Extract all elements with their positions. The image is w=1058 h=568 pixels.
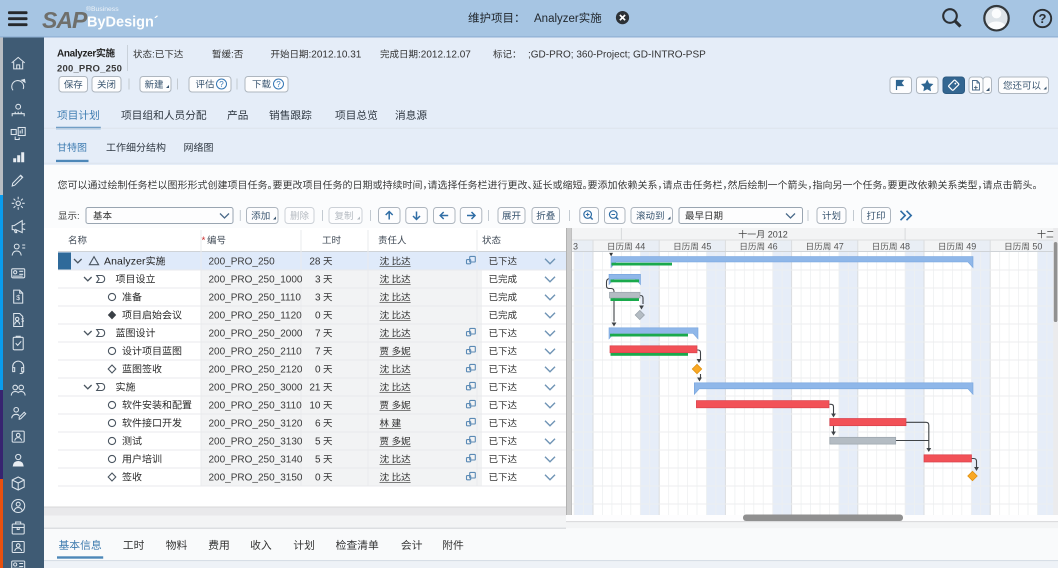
svg-text:Analyzer: Analyzer <box>57 49 96 60</box>
svg-text:200_PRO_250_2000: 200_PRO_250_2000 <box>209 329 303 340</box>
svg-text:0: 0 <box>315 365 321 376</box>
svg-text:Analyzer: Analyzer <box>104 256 146 268</box>
svg-text:28: 28 <box>309 257 321 268</box>
svg-text:21: 21 <box>309 383 321 394</box>
svg-text:ByDesign´: ByDesign´ <box>87 15 159 31</box>
svg-text:5: 5 <box>315 455 321 466</box>
svg-text:*: * <box>202 236 206 247</box>
svg-text:0: 0 <box>315 473 321 484</box>
svg-text:200_PRO_250_3000: 200_PRO_250_3000 <box>209 383 303 394</box>
svg-text:Analyzer: Analyzer <box>534 13 579 25</box>
svg-text:45: 45 <box>701 242 711 252</box>
svg-text:200_PRO_250_1110: 200_PRO_250_1110 <box>209 293 302 304</box>
svg-text:;GD-PRO; 360-Project; GD-INTRO: ;GD-PRO; 360-Project; GD-INTRO-PSP <box>528 50 706 61</box>
svg-text:?: ? <box>219 80 224 89</box>
svg-text:10: 10 <box>309 401 321 412</box>
svg-text:5: 5 <box>315 437 321 448</box>
svg-text:200_PRO_250_3110: 200_PRO_250_3110 <box>209 401 303 412</box>
svg-text:200_PRO_250: 200_PRO_250 <box>209 257 276 268</box>
svg-text:$: $ <box>16 295 20 302</box>
svg-text:200_PRO_250_3140: 200_PRO_250_3140 <box>209 455 303 466</box>
svg-text:44: 44 <box>635 242 645 252</box>
svg-text::: : <box>152 50 155 61</box>
svg-text:200_PRO_250_1000: 200_PRO_250_1000 <box>209 275 303 286</box>
svg-text:47: 47 <box>834 242 844 252</box>
svg-text:7: 7 <box>315 329 321 340</box>
svg-text:$: $ <box>21 318 24 324</box>
svg-text:3: 3 <box>315 293 321 304</box>
svg-text:49: 49 <box>966 242 976 252</box>
svg-text:2012: 2012 <box>768 230 788 240</box>
svg-text:+: + <box>974 83 979 92</box>
svg-text:200_PRO_250: 200_PRO_250 <box>57 64 122 75</box>
svg-text:46: 46 <box>768 242 778 252</box>
svg-text:?: ? <box>1039 11 1047 26</box>
svg-text:7: 7 <box>315 347 321 358</box>
svg-text:50: 50 <box>1032 242 1042 252</box>
svg-text:6: 6 <box>315 419 321 430</box>
svg-text:200_PRO_250_2120: 200_PRO_250_2120 <box>209 365 303 376</box>
svg-text:200_PRO_250_1120: 200_PRO_250_1120 <box>209 311 303 322</box>
svg-text:SAP: SAP <box>42 7 88 33</box>
svg-text:0: 0 <box>315 311 321 322</box>
svg-text:200_PRO_250_2110: 200_PRO_250_2110 <box>209 347 303 358</box>
svg-text:200_PRO_250_3150: 200_PRO_250_3150 <box>209 473 303 484</box>
svg-text::2012.10.31: :2012.10.31 <box>309 50 362 61</box>
svg-text::: : <box>77 211 80 222</box>
svg-text:®Business: ®Business <box>86 5 119 13</box>
svg-text::2012.12.07: :2012.12.07 <box>418 50 471 61</box>
svg-text::: : <box>231 50 234 61</box>
svg-text:3: 3 <box>573 242 578 252</box>
svg-text:3: 3 <box>315 275 321 286</box>
svg-text:?: ? <box>276 80 281 89</box>
svg-text:200_PRO_250_3120: 200_PRO_250_3120 <box>209 419 303 430</box>
svg-text:200_PRO_250_3130: 200_PRO_250_3130 <box>209 437 303 448</box>
svg-text:48: 48 <box>900 242 910 252</box>
